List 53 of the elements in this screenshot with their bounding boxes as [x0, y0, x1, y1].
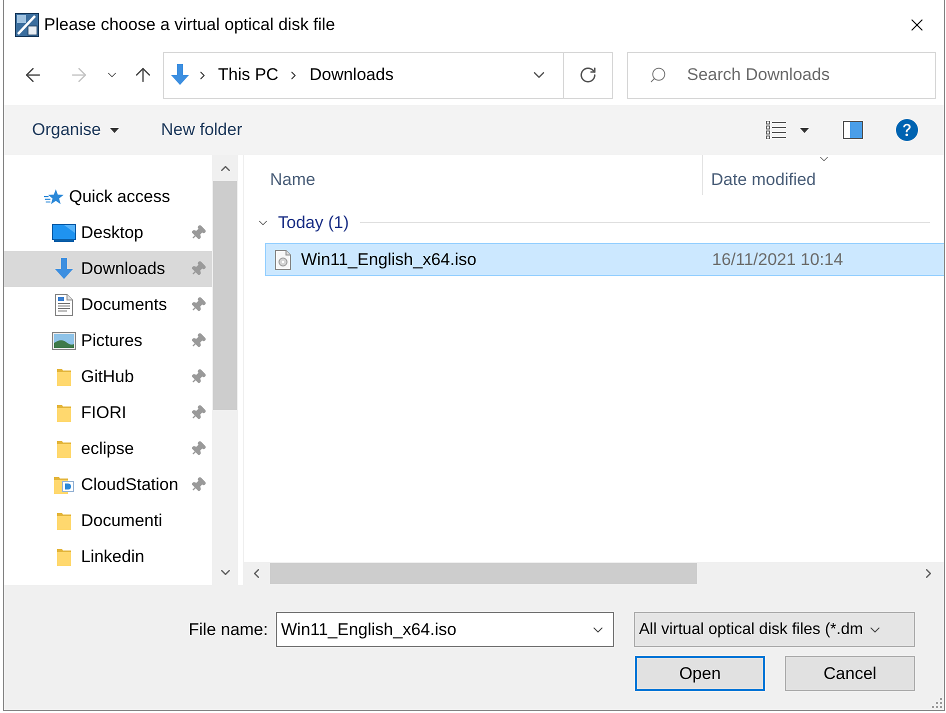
scrollbar-thumb[interactable] — [213, 181, 237, 410]
group-header[interactable]: Today (1) — [256, 210, 349, 235]
window-title: Please choose a virtual optical disk file — [44, 15, 336, 35]
details-view-icon[interactable] — [766, 121, 786, 139]
caret-icon — [110, 128, 119, 132]
organise-button[interactable]: Organise — [22, 113, 129, 147]
folder-icon — [57, 512, 71, 530]
folder-icon — [57, 368, 71, 386]
sidebar-item[interactable]: eclipse — [4, 431, 212, 467]
open-button[interactable]: Open — [635, 656, 765, 691]
column-header[interactable]: Date modified — [703, 155, 944, 195]
refresh-icon — [579, 66, 597, 84]
sidebar-item[interactable]: Quick access — [4, 179, 212, 215]
synced-folder-icon — [54, 476, 74, 494]
date-modified-cell: 16/11/2021 10:14 — [712, 250, 844, 270]
app-icon — [15, 13, 39, 37]
download-arrow-icon — [170, 64, 190, 86]
sidebar-item[interactable]: GitHub — [4, 359, 212, 395]
file-name-cell-text: Win11_English_x64.iso — [301, 250, 478, 270]
folder-icon — [57, 440, 71, 458]
file-name-label: File name: — [188, 620, 268, 640]
scrollbar-thumb[interactable] — [270, 563, 697, 584]
star-icon — [44, 188, 64, 206]
view-options-caret-icon — [800, 128, 809, 132]
file-name-field[interactable]: Win11_English_x64.iso — [276, 612, 614, 647]
folder-icon — [57, 548, 71, 566]
new-folder-button[interactable]: New folder — [150, 113, 252, 147]
help-icon[interactable] — [896, 119, 918, 141]
download-arrow-icon — [54, 258, 74, 280]
sidebar-item[interactable]: FIORI — [4, 395, 212, 431]
picture-icon — [52, 332, 76, 350]
address-bar[interactable]: This PC Downloads — [163, 52, 613, 98]
sidebar-item[interactable]: Pictures — [4, 323, 212, 359]
preview-pane-icon[interactable] — [843, 121, 863, 139]
disc-file-icon — [275, 250, 291, 270]
column-header[interactable]: Name — [244, 155, 703, 195]
breadcrumb[interactable]: This PC — [215, 60, 282, 90]
file-row[interactable]: Win11_English_x64.iso 16/11/2021 10:14 — [265, 243, 944, 276]
sidebar-item[interactable]: Documents — [4, 287, 212, 323]
sidebar-item[interactable]: Documenti — [4, 503, 212, 539]
sidebar-item[interactable]: Downloads — [4, 251, 212, 287]
document-icon — [55, 294, 73, 316]
folder-icon — [57, 404, 71, 422]
sidebar-item[interactable]: CloudStation — [4, 467, 212, 503]
sidebar-item[interactable]: Linkedin — [4, 539, 212, 575]
search-field[interactable]: Search Downloads — [627, 52, 936, 98]
cancel-button[interactable]: Cancel — [785, 656, 915, 691]
breadcrumb[interactable]: Downloads — [306, 60, 397, 90]
resize-grip-icon[interactable] — [931, 697, 942, 708]
sidebar-item[interactable]: Desktop — [4, 215, 212, 251]
desktop-icon — [52, 224, 76, 242]
file-type-dropdown[interactable]: All virtual optical disk files (*.dm — [634, 612, 915, 647]
search-icon — [649, 66, 667, 84]
